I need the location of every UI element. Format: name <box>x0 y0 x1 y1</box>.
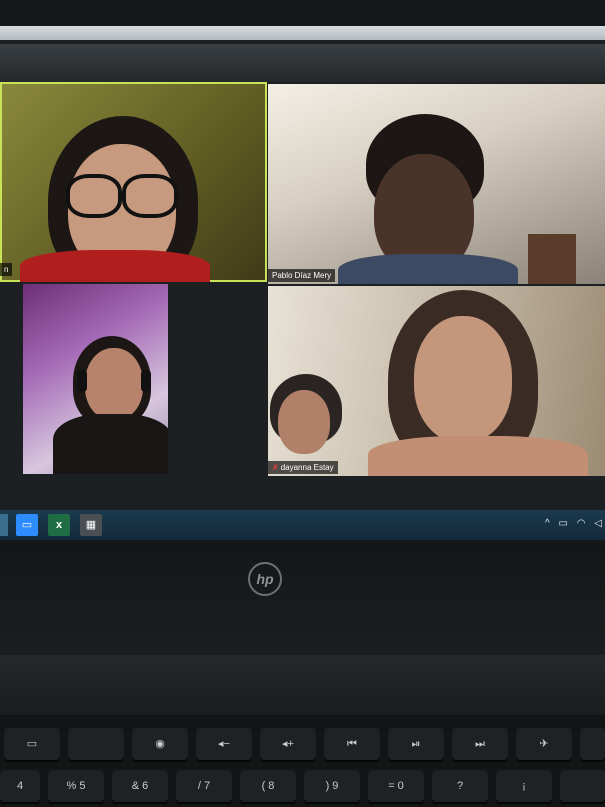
key[interactable]: % 5 <box>48 770 104 802</box>
headphones-icon <box>141 370 151 392</box>
key[interactable]: ✈ <box>516 728 572 760</box>
excel-icon[interactable]: x <box>48 514 70 536</box>
zoom-icon[interactable]: ▭ <box>16 514 38 536</box>
participant-name: dayanna Estay <box>280 463 334 472</box>
key[interactable]: ( 8 <box>240 770 296 802</box>
key[interactable] <box>68 728 124 760</box>
key[interactable]: ◂− <box>196 728 252 760</box>
video-tile-1[interactable]: n <box>0 82 267 282</box>
key[interactable]: ⏮ <box>324 728 380 760</box>
key[interactable]: ▭ <box>4 728 60 760</box>
key[interactable] <box>560 770 605 802</box>
mic-muted-icon: ✗ <box>272 463 279 472</box>
glasses-icon <box>122 174 178 218</box>
laptop-hinge <box>0 655 605 715</box>
participant-name-label: Pablo Díaz Mery <box>268 269 336 282</box>
video-tile-3[interactable] <box>23 284 168 474</box>
calculator-icon[interactable]: ▦ <box>80 514 102 536</box>
laptop-bezel-bottom <box>0 540 605 655</box>
participant-clothing <box>338 254 518 284</box>
participant-name-label: ✗ dayanna Estay <box>268 461 338 474</box>
participant-body <box>368 436 588 476</box>
key[interactable]: / 7 <box>176 770 232 802</box>
key[interactable]: ⏭ <box>452 728 508 760</box>
participant-name-label: n <box>0 263 13 276</box>
participant-clothing <box>53 414 168 474</box>
key[interactable] <box>580 728 605 760</box>
key[interactable]: 4 <box>0 770 40 802</box>
key[interactable]: ? <box>432 770 488 802</box>
key[interactable]: ⏯ <box>388 728 444 760</box>
video-tile-4[interactable]: ✗ dayanna Estay <box>268 286 605 476</box>
participant-face <box>85 348 143 420</box>
hp-logo: hp <box>248 562 282 596</box>
glasses-icon <box>66 174 122 218</box>
key[interactable]: ◂+ <box>260 728 316 760</box>
key[interactable]: = 0 <box>368 770 424 802</box>
system-tray[interactable]: ^ ▭ ◠ ◁ <box>545 518 605 529</box>
key[interactable]: ) 9 <box>304 770 360 802</box>
participant-face <box>414 316 512 442</box>
participant-face <box>278 390 330 454</box>
key[interactable]: ¡ <box>496 770 552 802</box>
headphones-icon <box>77 370 87 392</box>
key[interactable]: & 6 <box>112 770 168 802</box>
shelf-object <box>528 234 576 284</box>
key[interactable]: ◉ <box>132 728 188 760</box>
zoom-top-bar <box>0 44 605 82</box>
participant-clothing <box>20 250 210 282</box>
excel-glyph: x <box>55 519 63 531</box>
video-tile-2[interactable]: Pablo Díaz Mery <box>268 84 605 284</box>
taskbar-edge <box>0 514 8 536</box>
